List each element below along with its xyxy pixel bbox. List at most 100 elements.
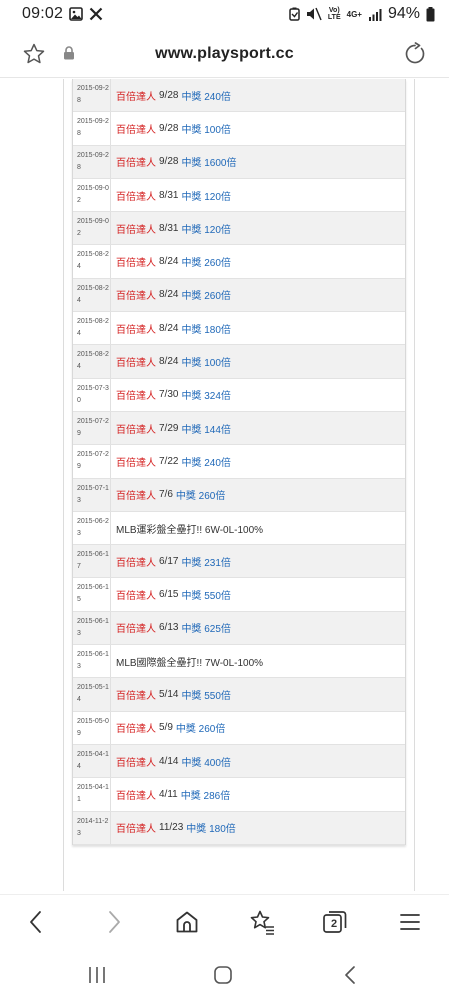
row-title[interactable]: 百倍達人 6/17 中獎 231倍 xyxy=(111,545,405,577)
table-row[interactable]: 2015-06-15 百倍達人 6/15 中獎 550倍 xyxy=(73,578,405,612)
row-title-text[interactable]: 9/28 xyxy=(159,123,178,134)
table-row[interactable]: 2015-07-13 百倍達人 7/6 中獎 260倍 xyxy=(73,478,405,512)
row-title-prize[interactable]: 中獎 260倍 xyxy=(181,254,230,269)
row-title-prize[interactable]: 中獎 260倍 xyxy=(176,487,225,502)
row-title-text[interactable]: 7/22 xyxy=(159,456,178,467)
row-title-prefix[interactable]: 百倍達人 xyxy=(116,354,156,369)
row-title[interactable]: 百倍達人 6/13 中獎 625倍 xyxy=(111,612,405,644)
row-title-prefix[interactable]: 百倍達人 xyxy=(116,620,156,635)
row-title-prize[interactable]: 中獎 240倍 xyxy=(181,88,230,103)
table-row[interactable]: 2015-07-30 百倍達人 7/30 中獎 324倍 xyxy=(73,378,405,412)
table-row[interactable]: 2015-05-14 百倍達人 5/14 中獎 550倍 xyxy=(73,678,405,712)
row-title-text[interactable]: 7/29 xyxy=(159,423,178,434)
row-title[interactable]: 百倍達人 8/24 中獎 100倍 xyxy=(111,345,405,377)
row-title-prefix[interactable]: 百倍達人 xyxy=(116,88,156,103)
table-row[interactable]: 2015-08-24 百倍達人 8/24 中獎 180倍 xyxy=(73,312,405,346)
table-row[interactable]: 2015-09-28 百倍達人 9/28 中獎 100倍 xyxy=(73,112,405,146)
row-title-text[interactable]: 4/11 xyxy=(159,789,178,800)
tabs-button[interactable]: 2 xyxy=(322,909,348,935)
table-row[interactable]: 2015-07-29 百倍達人 7/22 中獎 240倍 xyxy=(73,445,405,479)
row-title-text[interactable]: 6/13 xyxy=(159,622,178,633)
row-title-prize[interactable]: 中獎 180倍 xyxy=(186,820,235,835)
table-row[interactable]: 2015-09-28 百倍達人 9/28 中獎 1600倍 xyxy=(73,145,405,179)
row-title[interactable]: 百倍達人 8/24 中獎 260倍 xyxy=(111,245,405,277)
table-row[interactable]: 2015-08-24 百倍達人 8/24 中獎 260倍 xyxy=(73,278,405,313)
row-title-text[interactable]: 9/28 xyxy=(159,90,178,101)
table-row[interactable]: 2015-04-11 百倍達人 4/11 中獎 286倍 xyxy=(73,778,405,812)
row-title-prefix[interactable]: 百倍達人 xyxy=(116,387,156,402)
row-title[interactable]: 百倍達人 7/6 中獎 260倍 xyxy=(111,479,405,511)
row-title[interactable]: 百倍達人 8/31 中獎 120倍 xyxy=(111,179,405,211)
row-title[interactable]: MLB國際盤全壘打!! 7W-0L-100% xyxy=(111,645,405,677)
row-title-prize[interactable]: 中獎 260倍 xyxy=(181,287,230,302)
row-title-text[interactable]: 8/24 xyxy=(159,289,178,300)
row-title-prefix[interactable]: 百倍達人 xyxy=(116,687,156,702)
row-title[interactable]: 百倍達人 7/29 中獎 144倍 xyxy=(111,412,405,444)
table-row[interactable]: 2015-08-24 百倍達人 8/24 中獎 260倍 xyxy=(73,245,405,279)
row-title-prefix[interactable]: 百倍達人 xyxy=(116,754,156,769)
table-row[interactable]: 2015-07-29 百倍達人 7/29 中獎 144倍 xyxy=(73,411,405,446)
table-row[interactable]: 2015-08-24 百倍達人 8/24 中獎 100倍 xyxy=(73,345,405,379)
row-title-prize[interactable]: 中獎 1600倍 xyxy=(181,154,236,169)
row-title-prize[interactable]: 中獎 100倍 xyxy=(181,121,230,136)
row-title[interactable]: 百倍達人 8/24 中獎 180倍 xyxy=(111,312,405,344)
reload-icon[interactable] xyxy=(403,42,427,71)
row-title-prefix[interactable]: 百倍達人 xyxy=(116,188,156,203)
row-title-prize[interactable]: 中獎 625倍 xyxy=(181,620,230,635)
row-title-prefix[interactable]: 百倍達人 xyxy=(116,820,156,835)
url-address[interactable]: www.playsport.cc xyxy=(155,45,294,63)
row-title[interactable]: 百倍達人 4/11 中獎 286倍 xyxy=(111,778,405,810)
row-title-prize[interactable]: 中獎 180倍 xyxy=(181,321,230,336)
system-back-button[interactable] xyxy=(340,964,362,991)
row-title-text[interactable]: 9/28 xyxy=(159,156,178,167)
row-title-text[interactable]: 7/30 xyxy=(159,389,178,400)
row-title[interactable]: 百倍達人 8/31 中獎 120倍 xyxy=(111,212,405,244)
row-title[interactable]: 百倍達人 7/30 中獎 324倍 xyxy=(111,379,405,411)
row-title[interactable]: 百倍達人 5/9 中獎 260倍 xyxy=(111,712,405,744)
row-title[interactable]: 百倍達人 9/28 中獎 100倍 xyxy=(111,112,405,144)
menu-button[interactable] xyxy=(398,909,422,935)
row-title-prefix[interactable]: 百倍達人 xyxy=(116,321,156,336)
row-title-prefix[interactable]: 百倍達人 xyxy=(116,287,156,302)
row-title-prefix[interactable]: 百倍達人 xyxy=(116,554,156,569)
row-title-prize[interactable]: 中獎 550倍 xyxy=(181,687,230,702)
row-title-prefix[interactable]: 百倍達人 xyxy=(116,454,156,469)
row-title-prefix[interactable]: 百倍達人 xyxy=(116,254,156,269)
back-button[interactable] xyxy=(25,909,49,935)
row-title[interactable]: 百倍達人 4/14 中獎 400倍 xyxy=(111,745,405,777)
row-title-prefix[interactable]: 百倍達人 xyxy=(116,121,156,136)
row-title-prefix[interactable]: 百倍達人 xyxy=(116,421,156,436)
table-row[interactable]: 2015-06-17 百倍達人 6/17 中獎 231倍 xyxy=(73,545,405,579)
table-row[interactable]: 2015-09-02 百倍達人 8/31 中獎 120倍 xyxy=(73,212,405,246)
row-title[interactable]: 百倍達人 5/14 中獎 550倍 xyxy=(111,678,405,710)
row-title-text[interactable]: 8/31 xyxy=(159,223,178,234)
row-title-prefix[interactable]: 百倍達人 xyxy=(116,587,156,602)
lock-icon[interactable] xyxy=(63,46,75,65)
forward-button[interactable] xyxy=(101,909,125,935)
row-title-prefix[interactable]: 百倍達人 xyxy=(116,787,156,802)
row-title-prize[interactable]: 中獎 120倍 xyxy=(181,188,230,203)
home-button[interactable] xyxy=(174,909,200,935)
table-row[interactable]: 2014-11-23 百倍達人 11/23 中獎 180倍 xyxy=(73,811,405,845)
row-title-prefix[interactable]: 百倍達人 xyxy=(116,221,156,236)
row-title-prize[interactable]: 中獎 550倍 xyxy=(181,587,230,602)
row-title-prize[interactable]: 中獎 324倍 xyxy=(181,387,230,402)
table-row[interactable]: 2015-06-13 百倍達人 6/13 中獎 625倍 xyxy=(73,611,405,646)
table-row[interactable]: 2015-05-09 百倍達人 5/9 中獎 260倍 xyxy=(73,711,405,745)
row-title-prize[interactable]: 中獎 100倍 xyxy=(181,354,230,369)
table-row[interactable]: 2015-09-28 百倍達人 9/28 中獎 240倍 xyxy=(73,79,405,113)
row-title[interactable]: 百倍達人 6/15 中獎 550倍 xyxy=(111,578,405,610)
row-title[interactable]: 百倍達人 9/28 中獎 1600倍 xyxy=(111,146,405,178)
row-title-text[interactable]: 11/23 xyxy=(159,822,183,833)
row-title-text[interactable]: MLB運彩盤全壘打!! 6W-0L-100% xyxy=(116,521,263,536)
row-title-prize[interactable]: 中獎 231倍 xyxy=(181,554,230,569)
row-title-text[interactable]: 8/24 xyxy=(159,323,178,334)
row-title-prefix[interactable]: 百倍達人 xyxy=(116,154,156,169)
system-home-button[interactable] xyxy=(212,964,234,991)
row-title-text[interactable]: 8/24 xyxy=(159,356,178,367)
row-title-text[interactable]: 8/31 xyxy=(159,190,178,201)
table-row[interactable]: 2015-06-23 MLB運彩盤全壘打!! 6W-0L-100% xyxy=(73,511,405,546)
row-title-prefix[interactable]: 百倍達人 xyxy=(116,487,156,502)
row-title-text[interactable]: 6/15 xyxy=(159,589,178,600)
bookmarks-button[interactable] xyxy=(248,909,276,935)
